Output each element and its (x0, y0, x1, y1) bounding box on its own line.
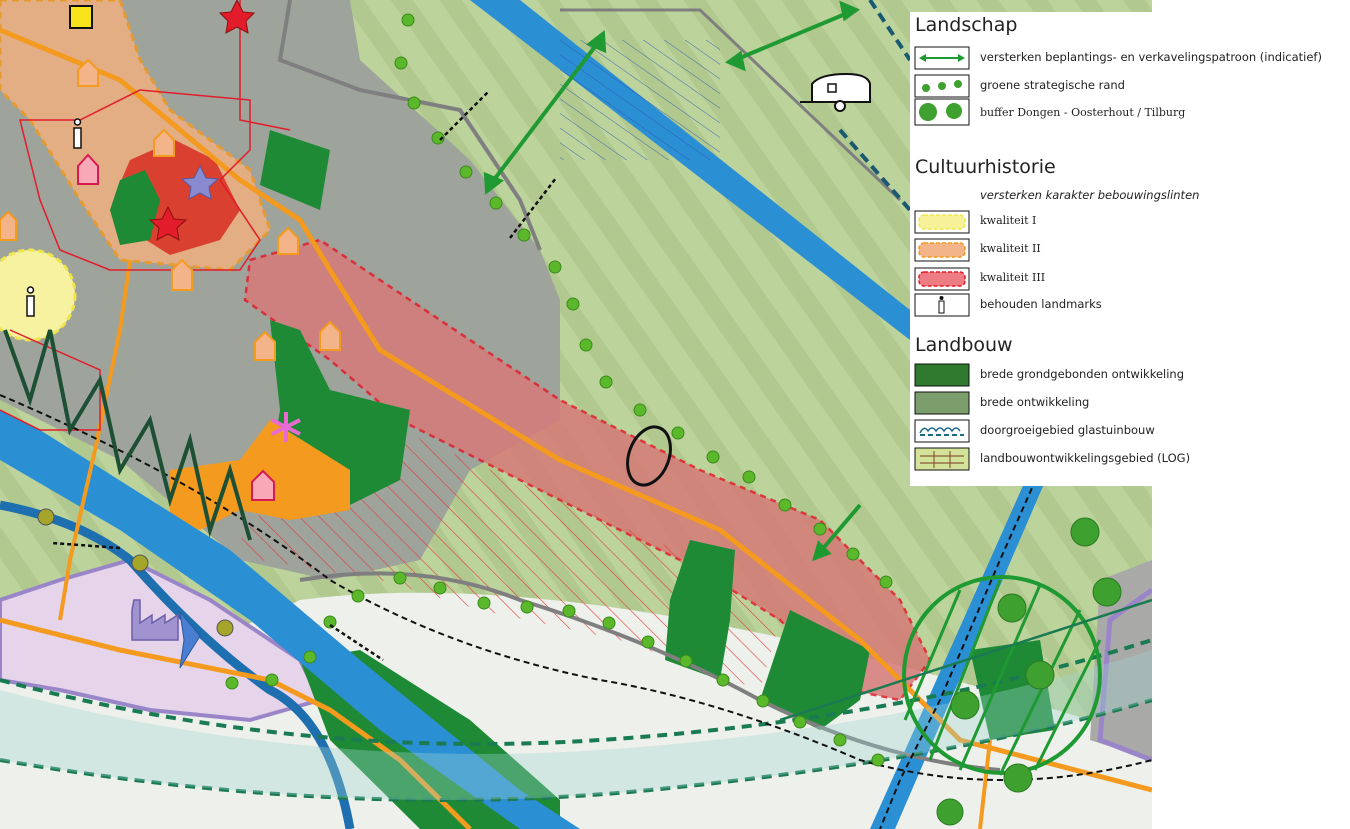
legend-row-brede-ontwikkeling: brede ontwikkeling (914, 391, 1344, 415)
double-arrow-icon (914, 46, 970, 70)
orange-swatch-icon (914, 238, 970, 262)
legend-label-brede-ontwikkeling: brede ontwikkeling (980, 395, 1090, 409)
legend-row-kwaliteit-2: kwaliteit II (914, 238, 1344, 262)
legend-label-kwaliteit-2: kwaliteit II (980, 242, 1041, 255)
legend-row-glastuinbouw: doorgroeigebied glastuinbouw (914, 419, 1344, 443)
grey-green-swatch-icon (914, 391, 970, 415)
log-icon (914, 447, 970, 471)
red-swatch-icon (914, 267, 970, 291)
legend-row-kwaliteit-3: kwaliteit III (914, 267, 1344, 291)
legend-label-landmarks: behouden landmarks (980, 297, 1102, 311)
legend-title-cultuurhistorie: Cultuurhistorie (915, 156, 1056, 178)
legend-label-beplanting: versterken beplantings- en verkavelingsp… (980, 50, 1322, 64)
greenhouse-icon (914, 419, 970, 443)
yellow-swatch-icon (914, 210, 970, 234)
dark-green-swatch-icon (914, 363, 970, 387)
legend-subtitle-linten: versterken karakter bebouwingslinten (980, 188, 1200, 202)
legend-label-buffer: buffer Dongen - Oosterhout / Tilburg (980, 106, 1186, 119)
legend-row-beplanting: versterken beplantings- en verkavelingsp… (914, 46, 1344, 70)
legend-row-log: landbouwontwikkelingsgebied (LOG) (914, 447, 1344, 471)
yellow-square-marker (69, 5, 93, 29)
green-trees-icon (914, 98, 970, 126)
green-dots-icon (914, 74, 970, 98)
legend-label-kwaliteit-3: kwaliteit III (980, 271, 1046, 284)
legend-row-buffer: buffer Dongen - Oosterhout / Tilburg (914, 98, 1344, 126)
legend-label-kwaliteit-1: kwaliteit I (980, 214, 1037, 227)
legend-title-landschap: Landschap (915, 14, 1018, 36)
legend-row-kwaliteit-1: kwaliteit I (914, 210, 1344, 234)
landmark-icon (914, 293, 970, 317)
legend-label-log: landbouwontwikkelingsgebied (LOG) (980, 451, 1191, 465)
legend-row-groene-rand: groene strategische rand (914, 74, 1344, 98)
legend-panel: Landschap versterken beplantings- en ver… (910, 12, 1350, 486)
legend-row-grondgebonden: brede grondgebonden ontwikkeling (914, 363, 1344, 387)
legend-label-groene-rand: groene strategische rand (980, 78, 1125, 92)
legend-label-grondgebonden: brede grondgebonden ontwikkeling (980, 367, 1184, 381)
legend-label-glastuinbouw: doorgroeigebied glastuinbouw (980, 423, 1155, 437)
legend-row-landmarks: behouden landmarks (914, 293, 1344, 317)
legend-title-landbouw: Landbouw (915, 334, 1013, 356)
